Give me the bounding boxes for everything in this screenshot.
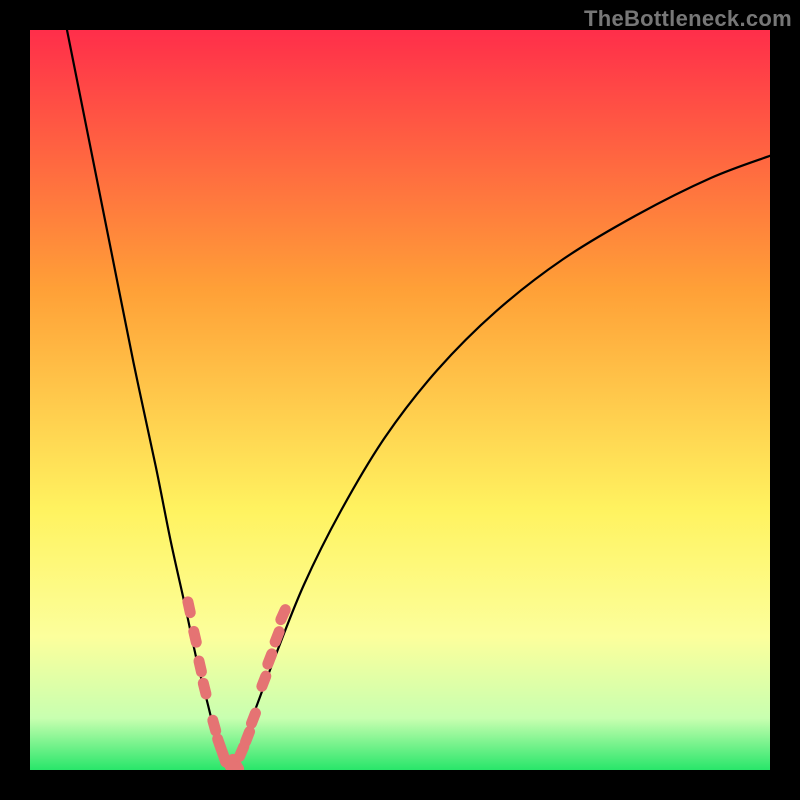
data-marker: [192, 654, 208, 678]
data-marker: [274, 602, 293, 627]
data-marker: [255, 669, 273, 693]
plot-area: [30, 30, 770, 770]
curve-right-branch: [230, 156, 770, 770]
data-marker: [181, 595, 196, 619]
chart-svg: [30, 30, 770, 770]
data-marker: [261, 647, 279, 671]
curve-left-branch: [67, 30, 230, 770]
watermark-text: TheBottleneck.com: [584, 6, 792, 32]
data-marker: [187, 625, 203, 649]
marker-group: [181, 595, 292, 770]
data-marker: [197, 677, 213, 701]
